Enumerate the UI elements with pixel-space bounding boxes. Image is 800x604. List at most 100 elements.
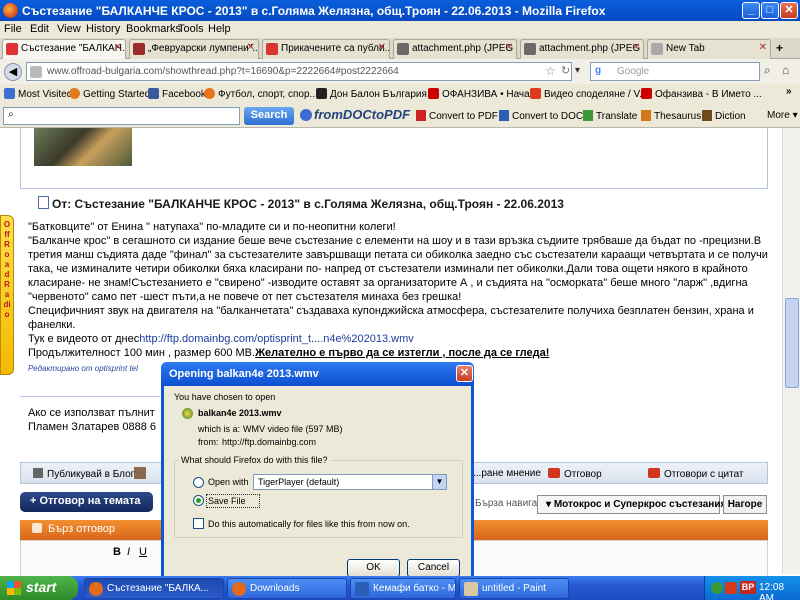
dictionary-button[interactable]: Diction (702, 110, 746, 122)
bookmark-ofanziva-2[interactable]: Офанзива - В Името ... (641, 88, 762, 100)
menu-tools[interactable]: Tools (178, 23, 204, 35)
open-with-select[interactable]: TigerPlayer (default) ▼ (253, 474, 447, 490)
close-tab-icon[interactable]: ✕ (114, 42, 122, 53)
bookmark-ofanziva[interactable]: ОФАНЗИВА • Начало (428, 88, 541, 100)
offroad-radio-badge[interactable]: OffRoad Radio (0, 215, 14, 375)
more-bookmarks-icon[interactable]: » (786, 86, 792, 97)
close-tab-icon[interactable]: ✕ (759, 42, 767, 53)
bookmark-don-balon[interactable]: Дон Балон България ... (316, 88, 438, 100)
bookmark-sport[interactable]: Футбол, спорт, спор... (204, 88, 318, 100)
auto-checkbox[interactable] (193, 518, 204, 529)
tab-label: Състезание "БАЛКАН... (21, 43, 126, 54)
search-magnifier-icon[interactable]: ⌕ (764, 63, 771, 78)
dialog-close-button[interactable]: ✕ (456, 365, 473, 382)
signature-line-2: Пламен Златарев 0888 6 (28, 421, 157, 433)
underline-icon[interactable]: U (139, 546, 147, 558)
menu-bookmarks[interactable]: Bookmarks (126, 23, 181, 35)
duration-text: Продължителност 100 мин , размер 600 МВ. (28, 347, 256, 359)
close-tab-icon[interactable]: ✕ (505, 42, 513, 53)
post-body: "Батковците" от Енина " натупаха" по-мла… (28, 220, 768, 360)
tab-3[interactable]: Прикачените са публи... ✕ (262, 39, 390, 59)
user-avatar[interactable] (34, 128, 132, 166)
maximize-button[interactable]: □ (761, 2, 779, 19)
post-line-2: "Балканче крос" в сегашното си издание б… (28, 235, 768, 303)
bold-icon[interactable]: B (113, 546, 121, 558)
menu-edit[interactable]: Edit (30, 23, 49, 35)
translate-icon (583, 110, 593, 121)
firefox-icon (3, 3, 18, 18)
blog-icon (33, 468, 43, 478)
save-file-radio[interactable] (193, 495, 204, 506)
report-post-button[interactable]: ...ране мнение (473, 468, 541, 479)
home-icon[interactable]: ⌂ (782, 63, 789, 77)
toolbar-search-button[interactable]: Search (244, 107, 294, 125)
scrollbar-thumb[interactable] (785, 298, 799, 388)
bookmark-facebook[interactable]: Facebook (148, 88, 206, 100)
task-downloads[interactable]: Downloads (227, 578, 347, 599)
from-value: http://ftp.domainbg.com (222, 437, 317, 447)
task-firefox[interactable]: Състезание "БАЛКА... (84, 578, 224, 599)
tab-5[interactable]: attachment.php (JPEG ... ✕ (520, 39, 644, 59)
close-tab-icon[interactable]: ✕ (632, 42, 640, 53)
go-top-button[interactable]: Нагоре (723, 495, 767, 514)
close-tab-icon[interactable]: ✕ (378, 42, 386, 53)
media-file-icon (182, 408, 193, 419)
save-file-label: Save File (208, 496, 246, 506)
translate-button[interactable]: Translate (583, 110, 637, 122)
video-link[interactable]: http://ftp.domainbg.com/optisprint_t....… (139, 333, 414, 345)
bookmark-most-visited[interactable]: Most Visited (4, 88, 72, 100)
menu-file[interactable]: File (4, 23, 22, 35)
italic-icon[interactable]: I (127, 546, 130, 558)
bookmark-star-icon[interactable]: ☆ (545, 64, 556, 78)
search-engine-icon[interactable]: ▾ (575, 65, 580, 76)
which-is-value: WMV video file (597 MB) (243, 424, 343, 434)
menu-view[interactable]: View (57, 23, 81, 35)
close-window-button[interactable]: ✕ (780, 2, 798, 19)
tab-4[interactable]: attachment.php (JPEG ... ✕ (393, 39, 517, 59)
open-with-radio[interactable] (193, 477, 204, 488)
signature: Ако се използват пълнит Пламен Златарев … (28, 406, 156, 434)
bookmark-getting-started[interactable]: Getting Started (69, 88, 150, 100)
task-word[interactable]: Кемафи батко - Micr... (350, 578, 456, 599)
reply-post-button[interactable]: Отговор (548, 468, 602, 480)
bookmark-video[interactable]: Видео споделяне / V... (530, 88, 648, 100)
taskbar: start Състезание "БАЛКА... Downloads Кем… (0, 576, 800, 604)
window-title-bar[interactable]: Състезание "БАЛКАНЧЕ КРОС - 2013" в с.Го… (0, 0, 800, 21)
post-tool-icon[interactable] (134, 467, 146, 479)
firefox-icon (89, 582, 103, 596)
new-tab-button[interactable]: + (776, 41, 783, 55)
convert-to-pdf-button[interactable]: Convert to PDF (416, 110, 498, 122)
reload-icon[interactable]: ↻ (561, 64, 570, 77)
menu-help[interactable]: Help (208, 23, 231, 35)
tray-icon-2[interactable] (725, 582, 737, 594)
more-button[interactable]: More ▾ (767, 110, 798, 121)
page-scrollbar[interactable] (782, 128, 800, 574)
web-search-input[interactable]: g Google (590, 62, 760, 81)
convert-to-doc-button[interactable]: Convert to DOC (499, 110, 583, 122)
menu-history[interactable]: History (86, 23, 120, 35)
pdf-icon (416, 110, 426, 121)
start-button[interactable]: start (0, 576, 78, 600)
quote-reply-button[interactable]: Отговори с цитат (648, 468, 744, 480)
toolbar-search-input[interactable]: ⌕ (3, 107, 240, 125)
thesaurus-button[interactable]: Thesaurus (641, 110, 701, 122)
tab-2[interactable]: „Февруарски лумпени"... ✕ (129, 39, 259, 59)
tray-icon[interactable] (711, 582, 723, 594)
dialog-title-bar[interactable]: Opening balkan4e 2013.wmv ✕ (161, 362, 474, 386)
tab-1[interactable]: Състезание "БАЛКАН... ✕ (2, 39, 126, 60)
post-title: От: Състезание "БАЛКАНЧЕ КРОС - 2013" в … (52, 197, 564, 211)
close-tab-icon[interactable]: ✕ (247, 42, 255, 53)
language-indicator[interactable]: BP (740, 581, 756, 594)
ok-button[interactable]: OK (347, 559, 400, 577)
url-bar[interactable]: www.offroad-bulgaria.com/showthread.php?… (26, 62, 572, 81)
minimize-button[interactable]: _ (742, 2, 760, 19)
chosen-text: You have chosen to open (174, 392, 276, 402)
ofanziva-icon (641, 88, 652, 99)
task-paint[interactable]: untitled - Paint (459, 578, 569, 599)
forum-select[interactable]: ▾ Мотокрос и Суперкрос състезания (537, 495, 726, 514)
reply-thread-button[interactable]: + Отговор на темата (20, 492, 153, 512)
publish-blog-button[interactable]: Публикувай в Блог (33, 468, 134, 480)
back-arrow-icon[interactable]: ◀ (4, 63, 22, 81)
cancel-button[interactable]: Cancel (407, 559, 460, 577)
tab-6[interactable]: New Tab ✕ (647, 39, 771, 59)
